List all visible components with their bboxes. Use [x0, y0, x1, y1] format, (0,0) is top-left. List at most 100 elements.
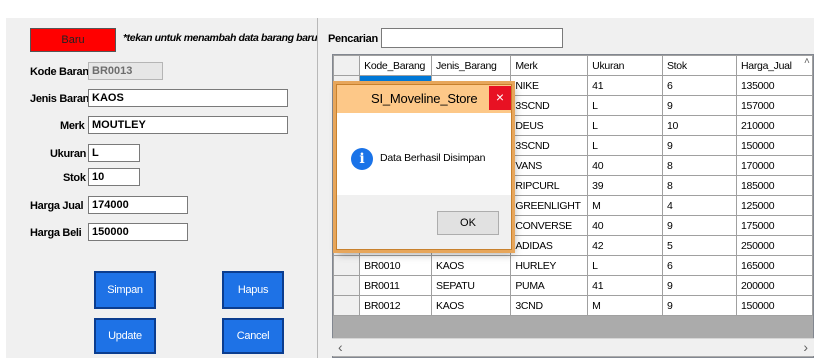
table-cell[interactable]: 165000	[736, 255, 813, 276]
dialog-message: Data Berhasil Disimpan	[380, 152, 486, 164]
table-row[interactable]: BR0012 KAOS 3CND M 9 150000	[333, 295, 813, 316]
jenis-barang-field[interactable]: KAOS	[88, 89, 288, 107]
table-cell[interactable]: KAOS	[430, 295, 512, 316]
table-cell[interactable]: PUMA	[510, 275, 589, 296]
baru-note: *tekan untuk menambah data barang baru	[123, 32, 318, 44]
table-cell[interactable]: HURLEY	[510, 255, 589, 276]
table-cell[interactable]: 125000	[736, 195, 813, 216]
hapus-button[interactable]: Hapus	[222, 271, 284, 309]
ok-button[interactable]: OK	[437, 211, 499, 235]
column-header[interactable]: Ukuran	[587, 55, 663, 76]
table-row[interactable]: BR0010 KAOS HURLEY L 6 165000	[333, 255, 813, 276]
row-header[interactable]	[333, 275, 361, 296]
close-icon[interactable]: ×	[489, 86, 511, 110]
table-cell[interactable]: SEPATU	[430, 275, 512, 296]
jenis-barang-label: Jenis Barang	[30, 93, 96, 105]
table-cell[interactable]: 150000	[736, 135, 813, 156]
kode-barang-field: BR0013	[88, 62, 163, 80]
harga-jual-field[interactable]: 174000	[88, 196, 188, 214]
table-cell[interactable]: 10	[661, 115, 738, 136]
table-cell[interactable]: 40	[587, 215, 663, 236]
column-header[interactable]: Harga_Jual	[736, 55, 813, 76]
table-cell[interactable]: 185000	[736, 175, 813, 196]
table-cell[interactable]: 9	[661, 135, 738, 156]
table-cell[interactable]: M	[587, 195, 663, 216]
table-cell[interactable]: 6	[661, 75, 738, 96]
cancel-button[interactable]: Cancel	[222, 318, 284, 354]
table-row[interactable]: BR0011 SEPATU PUMA 41 9 200000	[333, 275, 813, 296]
table-cell[interactable]: 3SCND	[510, 95, 589, 116]
message-dialog: SI_Moveline_Store × i Data Berhasil Disi…	[336, 84, 512, 250]
column-header[interactable]: Merk	[510, 55, 589, 76]
table-cell[interactable]: 9	[661, 215, 738, 236]
scroll-left-arrow[interactable]: ‹	[338, 339, 343, 355]
table-cell[interactable]: L	[587, 255, 663, 276]
ukuran-label: Ukuran	[50, 148, 87, 160]
merk-label: Merk	[60, 120, 85, 132]
row-header-corner	[333, 55, 361, 76]
ukuran-field[interactable]: L	[88, 144, 140, 162]
panel-divider	[317, 18, 318, 358]
table-cell[interactable]: 170000	[736, 155, 813, 176]
table-cell[interactable]: CONVERSE	[510, 215, 589, 236]
horizontal-scrollbar[interactable]: ‹ ›	[332, 338, 814, 356]
scroll-right-arrow[interactable]: ›	[803, 339, 808, 355]
table-cell[interactable]: 41	[587, 275, 663, 296]
table-cell[interactable]: L	[587, 135, 663, 156]
update-button[interactable]: Update	[94, 318, 156, 354]
table-cell[interactable]: 5	[661, 235, 738, 256]
table-cell[interactable]: 175000	[736, 215, 813, 236]
scroll-up-arrow[interactable]: ˄	[804, 56, 814, 68]
table-cell[interactable]: 250000	[736, 235, 813, 256]
column-header[interactable]: Stok	[661, 55, 738, 76]
table-cell[interactable]: GREENLIGHT	[510, 195, 589, 216]
table-cell[interactable]: BR0012	[359, 295, 432, 316]
table-cell[interactable]: KAOS	[430, 255, 512, 276]
table-cell[interactable]: 6	[661, 255, 738, 276]
info-icon: i	[351, 148, 373, 170]
table-cell[interactable]: 3SCND	[510, 135, 589, 156]
merk-field[interactable]: MOUTLEY	[88, 116, 288, 134]
table-cell[interactable]: DEUS	[510, 115, 589, 136]
table-cell[interactable]: 9	[661, 275, 738, 296]
harga-jual-label: Harga Jual	[30, 200, 84, 212]
column-header[interactable]: Kode_Barang	[359, 55, 432, 76]
search-label: Pencarian	[328, 33, 378, 45]
table-cell[interactable]: 42	[587, 235, 663, 256]
simpan-button[interactable]: Simpan	[94, 271, 156, 309]
table-cell[interactable]: NIKE	[510, 75, 589, 96]
table-cell[interactable]: 150000	[736, 295, 813, 316]
kode-barang-label: Kode Barang	[30, 66, 96, 78]
table-cell[interactable]: ADIDAS	[510, 235, 589, 256]
table-cell[interactable]: M	[587, 295, 663, 316]
table-cell[interactable]: L	[587, 95, 663, 116]
row-header[interactable]	[333, 295, 361, 316]
table-cell[interactable]: VANS	[510, 155, 589, 176]
table-cell[interactable]: 9	[661, 95, 738, 116]
table-cell[interactable]: 157000	[736, 95, 813, 116]
table-cell[interactable]: 8	[661, 175, 738, 196]
baru-button[interactable]: Baru	[30, 28, 116, 52]
table-cell[interactable]: 8	[661, 155, 738, 176]
table-cell[interactable]: 210000	[736, 115, 813, 136]
stok-label: Stok	[63, 172, 86, 184]
column-header[interactable]: Jenis_Barang	[430, 55, 512, 76]
table-cell[interactable]: 200000	[736, 275, 813, 296]
stok-field[interactable]: 10	[88, 168, 140, 186]
table-cell[interactable]: 39	[587, 175, 663, 196]
table-cell[interactable]: RIPCURL	[510, 175, 589, 196]
table-cell[interactable]: 41	[587, 75, 663, 96]
table-cell[interactable]: 4	[661, 195, 738, 216]
table-cell[interactable]: 135000	[736, 75, 813, 96]
dialog-title: SI_Moveline_Store	[371, 91, 478, 106]
table-cell[interactable]: BR0010	[359, 255, 432, 276]
table-cell[interactable]: L	[587, 115, 663, 136]
table-cell[interactable]: 3CND	[510, 295, 589, 316]
search-input[interactable]	[381, 28, 563, 48]
harga-beli-field[interactable]: 150000	[88, 223, 188, 241]
table-cell[interactable]: BR0011	[359, 275, 432, 296]
harga-beli-label: Harga Beli	[30, 227, 82, 239]
row-header[interactable]	[333, 255, 361, 276]
table-cell[interactable]: 9	[661, 295, 738, 316]
table-cell[interactable]: 40	[587, 155, 663, 176]
